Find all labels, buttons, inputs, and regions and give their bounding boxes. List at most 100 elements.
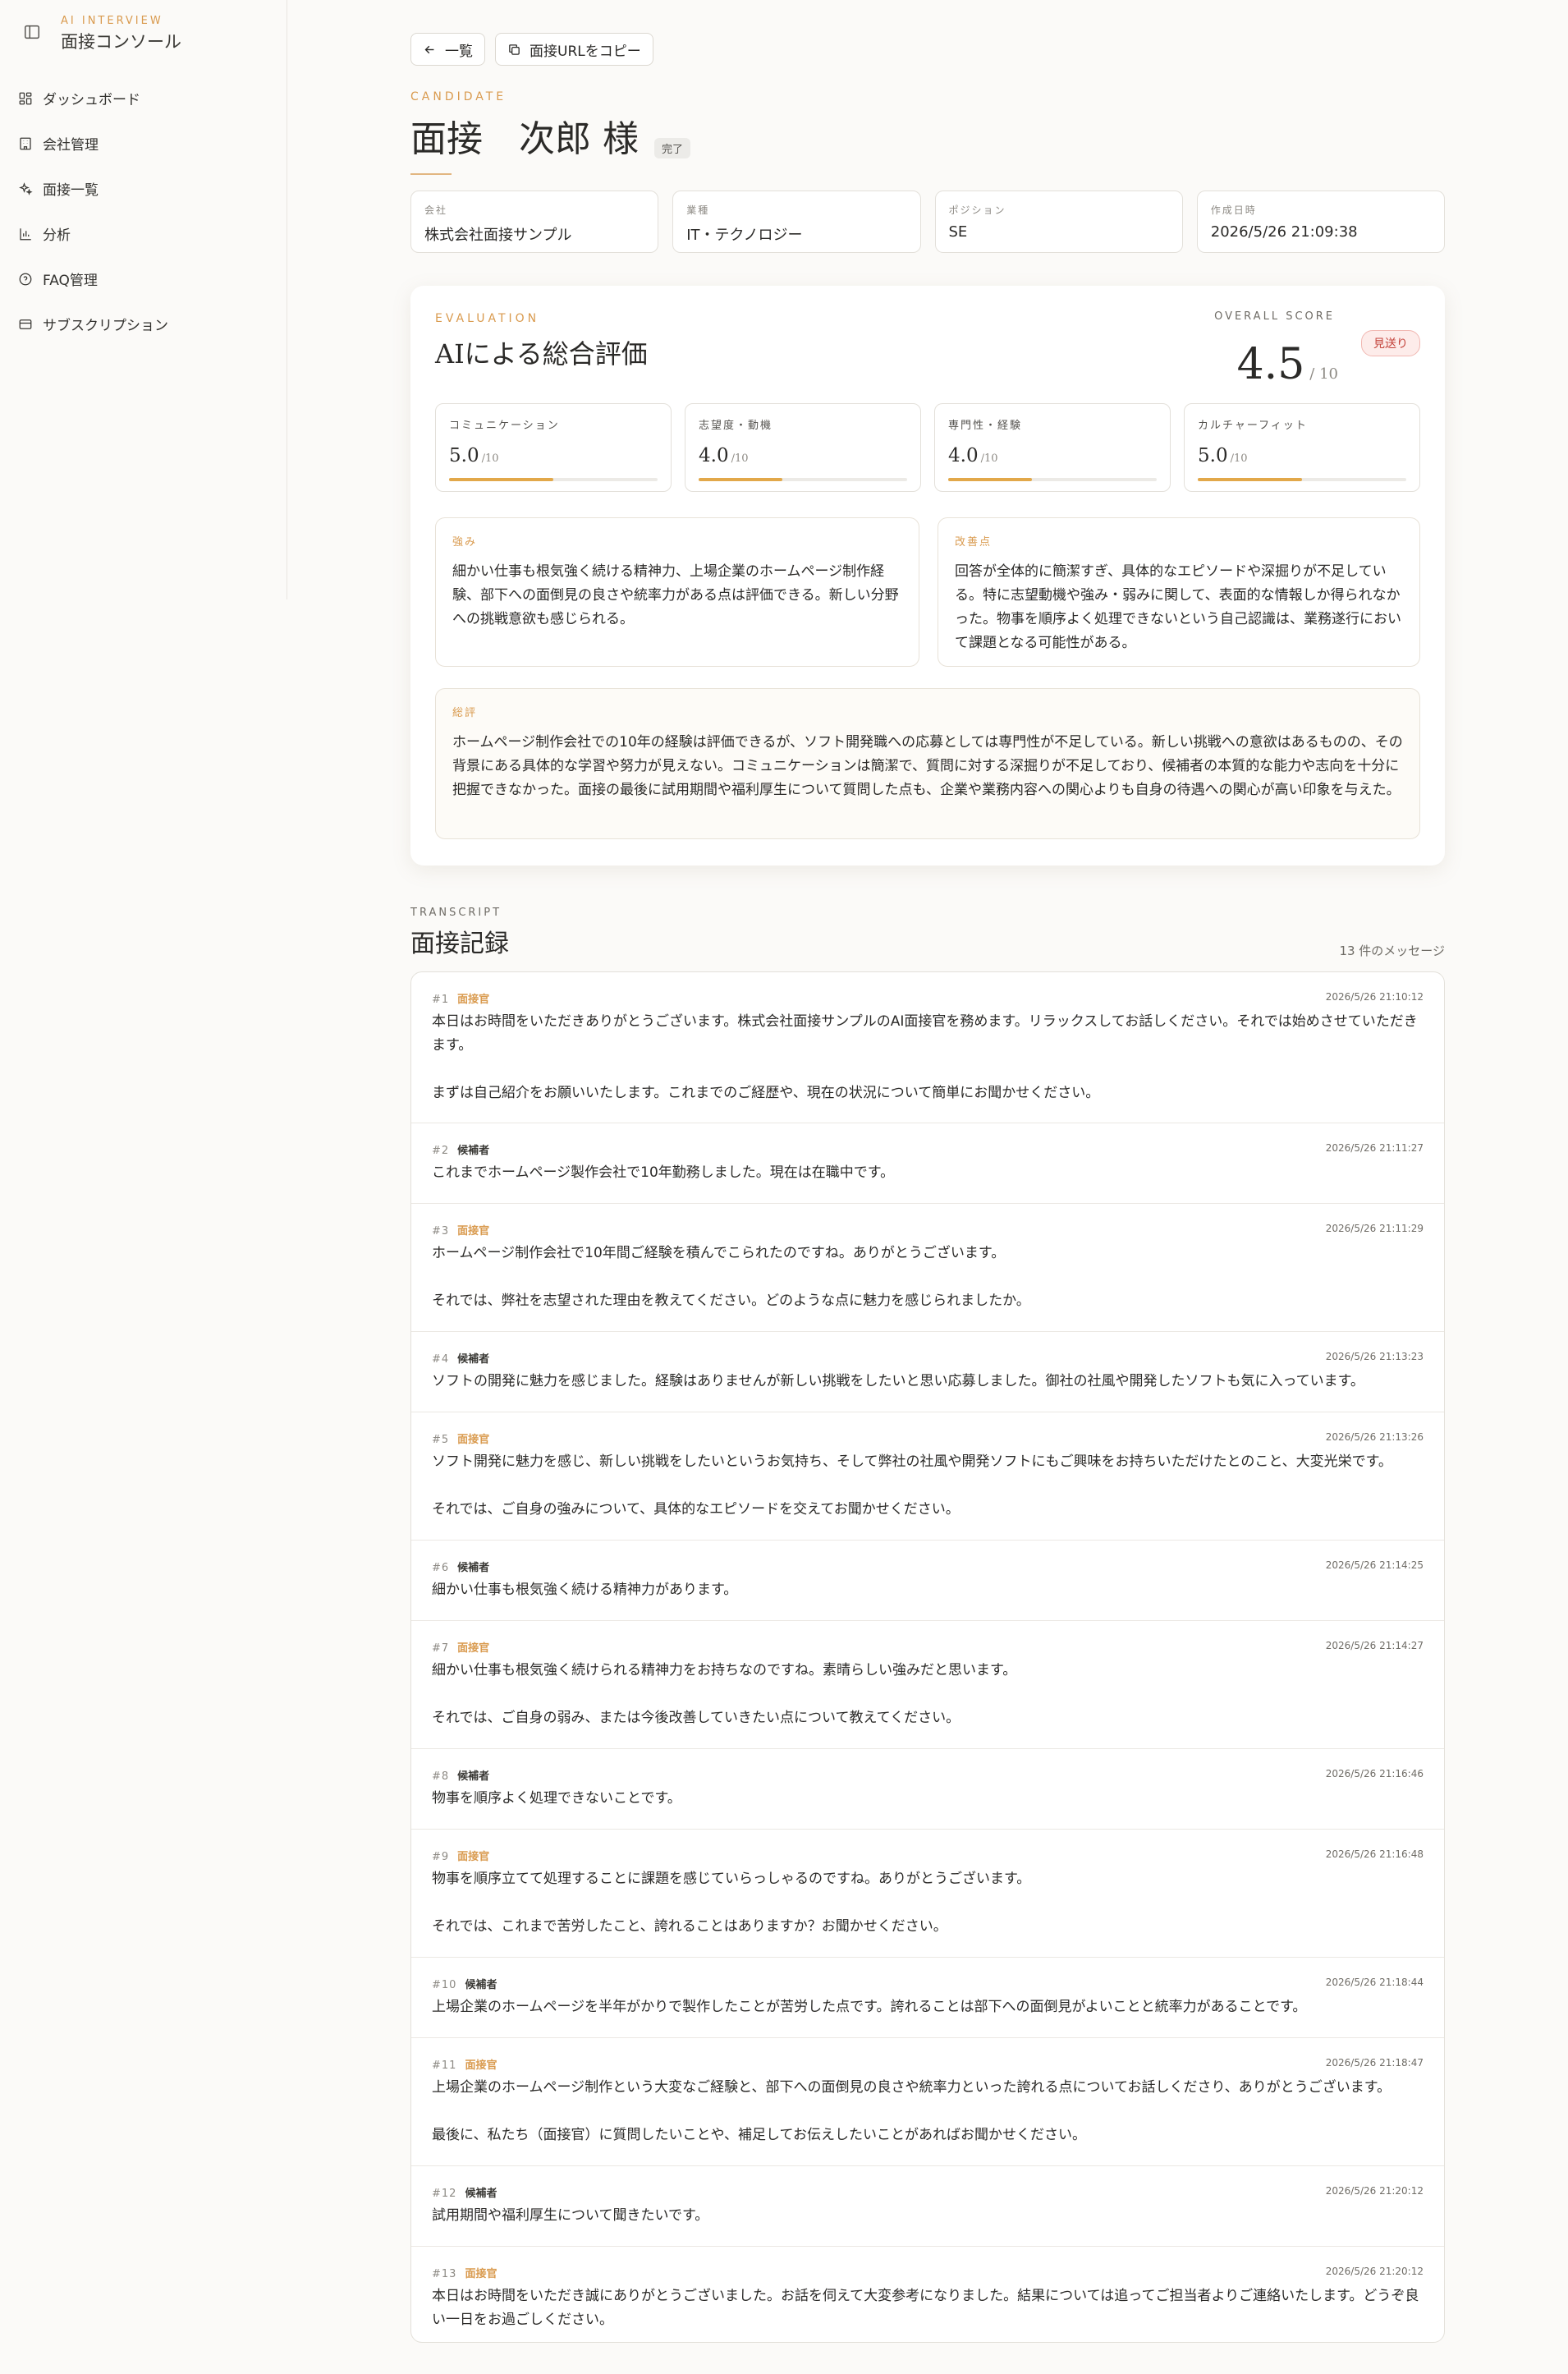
summary-text: ホームページ制作会社での10年の経験は評価できるが、ソフト開発職への応募としては…: [452, 734, 1403, 798]
message-role: 候補者: [465, 1979, 497, 1991]
candidate-kicker: CANDIDATE: [410, 90, 507, 103]
improvements-panel: 改善点 回答が全体的に簡潔すぎ、具体的なエピソードや深掘りが不足している。特に志…: [938, 517, 1420, 667]
meta-card-industry: 業種 IT・テクノロジー: [672, 191, 921, 253]
copy-button-label: 面接URLをコピー: [530, 43, 641, 60]
credit-card-icon: [19, 319, 32, 329]
summary-panel: 総評 ホームページ制作会社での10年の経験は評価できるが、ソフト開発職への応募と…: [435, 688, 1420, 839]
transcript-message: #8 候補者 2026/5/26 21:16:46 物事を順序よく処理できないことです…: [411, 1749, 1444, 1830]
score-bar-fill: [699, 478, 782, 481]
message-header: #12 候補者: [432, 2184, 497, 2200]
message-text: ホームページ制作会社で10年間ご経験を積んでこられたのですね。ありがとうございま…: [432, 1245, 1030, 1309]
message-header: #13 面接官: [432, 2265, 497, 2280]
message-role: 面接官: [457, 1434, 490, 1446]
message-text: 本日はお時間をいただき誠にありがとうございました。お話を伺えて大変参考になりまし…: [432, 2288, 1419, 2328]
candidate-name: 面接 次郎 様: [410, 118, 639, 160]
message-role: 候補者: [465, 2188, 497, 2200]
copy-interview-url-button[interactable]: 面接URLをコピー: [495, 33, 653, 66]
score-label: 専門性・経験: [948, 420, 1023, 432]
sidebar-item-subscription[interactable]: サブスクリプション: [16, 301, 279, 347]
message-role: 面接官: [457, 994, 490, 1006]
score-bar-fill: [1198, 478, 1302, 481]
score-value: 4.0: [948, 445, 979, 466]
transcript-title: 面接記録: [410, 930, 509, 958]
message-role: 候補者: [457, 1145, 490, 1157]
message-text: 上場企業のホームページを半年がかりで製作したことが苦労した点です。誇れることは部…: [432, 1999, 1307, 2015]
verdict-badge: 見送り: [1361, 330, 1420, 356]
message-index: #6: [432, 1562, 450, 1574]
score-value: 5.0: [449, 445, 479, 466]
score-cards: コミュニケーション 5.0/10 志望度・動機 4.0/10 専門性・経験 4.…: [435, 403, 1420, 492]
sidebar-item-faq[interactable]: FAQ管理: [16, 256, 279, 301]
message-header: #8 候補者: [432, 1767, 489, 1783]
message-index: #5: [432, 1434, 450, 1446]
message-header: #11 面接官: [432, 2056, 497, 2072]
score-bar: [948, 478, 1157, 481]
sidebar-item-label: FAQ管理: [43, 273, 98, 289]
message-timestamp: 2026/5/26 21:13:26: [1325, 1431, 1424, 1443]
message-timestamp: 2026/5/26 21:11:27: [1325, 1142, 1424, 1154]
copy-icon: [509, 44, 520, 55]
strengths-text: 細かい仕事も根気強く続ける精神力、上場企業のホームページ制作経験、部下への面倒見…: [452, 563, 899, 627]
message-index: #12: [432, 2188, 457, 2200]
meta-label: ポジション: [948, 204, 1006, 216]
score-max: /10: [731, 452, 749, 465]
score-bar-fill: [948, 478, 1032, 481]
transcript-message: #7 面接官 2026/5/26 21:14:27 細かい仕事も根気強く続けられる精神…: [411, 1621, 1444, 1749]
sidebar-item-dashboard[interactable]: ダッシュボード: [16, 76, 279, 121]
message-timestamp: 2026/5/26 21:14:25: [1325, 1559, 1424, 1571]
message-header: #2 候補者: [432, 1141, 489, 1157]
transcript-message: #3 面接官 2026/5/26 21:11:29 ホームページ制作会社で10年間ご経…: [411, 1204, 1444, 1332]
score-card-expertise: 専門性・経験 4.0/10: [934, 403, 1171, 492]
transcript-message: #4 候補者 2026/5/26 21:13:23 ソフトの開発に魅力を感じました。経…: [411, 1332, 1444, 1412]
back-to-list-button[interactable]: 一覧: [410, 33, 485, 66]
score-max: /10: [1230, 452, 1248, 465]
transcript-message: #9 面接官 2026/5/26 21:16:48 物事を順序立てて処理することに課題…: [411, 1830, 1444, 1958]
improvements-text: 回答が全体的に簡潔すぎ、具体的なエピソードや深掘りが不足している。特に志望動機や…: [955, 563, 1401, 651]
sidebar-item-companies[interactable]: 会社管理: [16, 121, 279, 166]
score-bar: [449, 478, 658, 481]
sidebar-item-analytics[interactable]: 分析: [16, 211, 279, 256]
message-header: #4 候補者: [432, 1350, 489, 1366]
sidebar-toggle-icon[interactable]: [23, 23, 41, 41]
evaluation-kicker: EVALUATION: [435, 312, 540, 325]
back-button-label: 一覧: [445, 43, 473, 60]
transcript-message: #11 面接官 2026/5/26 21:18:47 上場企業のホームページ制作という…: [411, 2038, 1444, 2166]
message-index: #10: [432, 1979, 457, 1991]
transcript-message: #10 候補者 2026/5/26 21:18:44 上場企業のホームページを半年がか…: [411, 1958, 1444, 2038]
message-index: #8: [432, 1770, 450, 1783]
message-header: #5 面接官: [432, 1430, 489, 1446]
message-timestamp: 2026/5/26 21:13:23: [1325, 1351, 1424, 1362]
score-card-motivation: 志望度・動機 4.0/10: [685, 403, 921, 492]
brand: AI INTERVIEW 面接コンソール: [23, 13, 181, 53]
arrow-left-icon: [424, 45, 434, 53]
transcript-message: #12 候補者 2026/5/26 21:20:12 試用期間や福利厚生について聞きた…: [411, 2166, 1444, 2247]
sidebar-item-label: 会社管理: [43, 137, 99, 154]
meta-value: SE: [948, 223, 968, 241]
overall-score-max: / 10: [1309, 365, 1338, 383]
meta-value: IT・テクノロジー: [686, 227, 803, 244]
meta-label: 会社: [424, 204, 448, 216]
message-text: 本日はお時間をいただきありがとうございます。株式会社面接サンプルのAI面接官を務…: [432, 1013, 1418, 1101]
message-text: 物事を順序立てて処理することに課題を感じていらっしゃるのですね。ありがとうござい…: [432, 1871, 1031, 1935]
message-text: 試用期間や福利厚生について聞きたいです。: [432, 2207, 709, 2224]
score-max: /10: [481, 452, 499, 465]
message-header: #7 面接官: [432, 1639, 489, 1655]
transcript-message: #6 候補者 2026/5/26 21:14:25 細かい仕事も根気強く続ける精神力が…: [411, 1541, 1444, 1621]
message-count: 13 件のメッセージ: [1339, 944, 1445, 958]
message-text: 上場企業のホームページ制作という大変なご経験と、部下への面倒見の良さや統率力とい…: [432, 2079, 1391, 2143]
meta-label: 業種: [686, 204, 710, 216]
building-icon: [20, 137, 31, 149]
meta-value: 2026/5/26 21:09:38: [1210, 223, 1358, 241]
message-timestamp: 2026/5/26 21:18:47: [1325, 2057, 1424, 2069]
meta-label: 作成日時: [1210, 204, 1257, 216]
sidebar-nav: ダッシュボード 会社管理 面接一覧 分析 FAQ管理 サブスクリプション: [16, 76, 279, 347]
message-header: #3 面接官: [432, 1222, 489, 1238]
message-text: 細かい仕事も根気強く続けられる精神力をお持ちなのですね。素晴らしい強みだと思いま…: [432, 1662, 1017, 1726]
sidebar-item-interviews[interactable]: 面接一覧: [16, 166, 279, 211]
transcript-list: #1 面接官 2026/5/26 21:10:12 本日はお時間をいただきありがとうご…: [410, 971, 1445, 2343]
dashboard-icon: [19, 92, 32, 104]
message-role: 面接官: [457, 1225, 490, 1238]
message-text: これまでホームページ製作会社で10年勤務しました。現在は在職中です。: [432, 1164, 895, 1181]
message-timestamp: 2026/5/26 21:20:12: [1325, 2266, 1424, 2277]
message-timestamp: 2026/5/26 21:11:29: [1325, 1223, 1424, 1234]
